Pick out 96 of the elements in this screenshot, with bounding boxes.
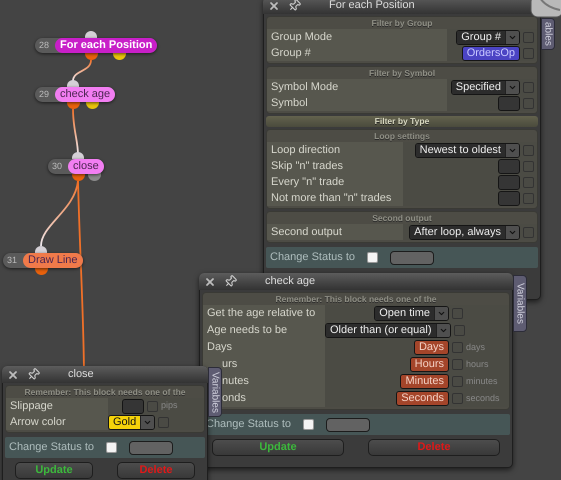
dropdown[interactable]: Older than (or equal): [325, 323, 450, 338]
unit-label: days: [466, 340, 486, 354]
input-field[interactable]: [498, 174, 520, 190]
node-label: For each Position: [55, 38, 158, 53]
section-heading: Loop settings: [374, 130, 430, 142]
field-label: Age needs to be: [207, 323, 288, 338]
status-label: Change Status to: [270, 250, 356, 266]
field-label: nutes: [222, 374, 249, 390]
window-title: close: [68, 367, 94, 382]
window-title: check age: [265, 274, 316, 290]
field-label: Second output: [271, 224, 342, 240]
field-label: Loop direction: [271, 142, 340, 158]
field-label: Skip "n" trades: [271, 158, 344, 174]
node-number: 29: [38, 88, 50, 101]
checkbox[interactable]: [452, 393, 463, 404]
variables-tab[interactable]: ables: [541, 18, 555, 50]
checkbox[interactable]: [523, 226, 534, 238]
dropdown[interactable]: Newest to oldest: [414, 142, 520, 158]
field-label: urs: [222, 357, 238, 372]
status-field[interactable]: [390, 250, 434, 264]
action-button[interactable]: Update: [212, 439, 344, 456]
checkbox[interactable]: [452, 308, 463, 319]
checkbox[interactable]: [452, 359, 463, 370]
connector-wire: [72, 60, 92, 82]
checkbox[interactable]: [523, 144, 534, 156]
variables-tab[interactable]: Variables: [208, 367, 222, 417]
node-label: close: [68, 159, 104, 174]
checkbox[interactable]: [452, 342, 463, 353]
node-number: 28: [38, 39, 50, 52]
node-block[interactable]: 31 Draw Line: [3, 253, 83, 268]
input-field[interactable]: [122, 398, 144, 414]
checkbox[interactable]: [158, 416, 170, 428]
close-icon[interactable]: [7, 368, 19, 380]
unit-label: minutes: [466, 374, 498, 388]
node-block[interactable]: 28 For each Position: [35, 38, 158, 53]
checkbox[interactable]: [303, 419, 314, 430]
section-bar: Filter by Type: [266, 116, 538, 127]
checkbox[interactable]: [367, 252, 378, 263]
input-field[interactable]: OrdersOp: [462, 46, 520, 60]
dropdown[interactable]: Specified: [450, 80, 520, 94]
dropdown[interactable]: Gold: [108, 414, 156, 430]
field-label: Get the age relative to: [207, 306, 316, 322]
field-label: Symbol Mode: [271, 80, 338, 95]
input-field[interactable]: [498, 190, 520, 206]
status-field[interactable]: [326, 418, 370, 432]
variables-tab[interactable]: Variables: [513, 275, 527, 332]
field-label: Not more than "n" trades: [271, 190, 392, 206]
input-field[interactable]: Days: [414, 340, 449, 355]
node-number: 31: [6, 254, 18, 267]
checkbox[interactable]: [452, 376, 463, 387]
checkbox[interactable]: [523, 192, 534, 204]
field-label: Arrow color: [10, 414, 66, 430]
field-label: Group Mode: [271, 30, 332, 45]
section-heading: Remember: This block needs one of the: [275, 293, 437, 305]
field-label: Days: [207, 340, 232, 356]
checkbox[interactable]: [106, 442, 118, 453]
node-label: Draw Line: [23, 253, 83, 268]
action-button[interactable]: Update: [15, 462, 93, 479]
checkbox[interactable]: [523, 160, 534, 172]
field-label: Slippage: [10, 398, 53, 414]
checkbox[interactable]: [523, 98, 534, 108]
input-field[interactable]: [498, 96, 520, 110]
unit-label: pips: [161, 399, 178, 412]
status-label: Change Status to: [9, 440, 94, 456]
field-label: Every "n" trade: [271, 174, 344, 190]
unit-label: hours: [466, 358, 489, 371]
dropdown[interactable]: Group #: [456, 30, 520, 44]
close-icon[interactable]: [268, 0, 280, 12]
input-field[interactable]: Hours: [410, 357, 449, 372]
input-field[interactable]: [498, 158, 520, 174]
section-heading: Filter by Group: [372, 17, 432, 29]
unit-label: seconds: [466, 392, 500, 405]
checkbox[interactable]: [147, 400, 158, 412]
node-number: 30: [51, 160, 64, 173]
input-field[interactable]: Seconds: [396, 391, 449, 406]
checkbox[interactable]: [523, 32, 534, 42]
node-block[interactable]: 29 check age: [35, 87, 116, 102]
section-heading: Filter by Symbol: [368, 67, 436, 79]
node-block[interactable]: 30 close: [48, 159, 104, 174]
dropdown[interactable]: After loop, always: [409, 224, 520, 240]
window-title: For each Position: [329, 0, 415, 14]
input-field[interactable]: Minutes: [400, 374, 449, 389]
status-field[interactable]: [129, 440, 174, 454]
field-label: onds: [222, 391, 246, 406]
checkbox[interactable]: [454, 325, 464, 336]
checkbox[interactable]: [523, 82, 534, 92]
section-heading: Remember: This block needs one of the: [24, 386, 186, 398]
close-icon[interactable]: [204, 276, 216, 288]
field-label: Group #: [271, 46, 311, 61]
input-port[interactable]: [72, 152, 84, 160]
checkbox[interactable]: [523, 48, 534, 58]
dropdown[interactable]: Open time: [374, 306, 449, 321]
checkbox[interactable]: [523, 176, 534, 188]
field-label: Symbol: [271, 96, 308, 111]
section-heading: Second output: [372, 212, 432, 224]
node-label: check age: [55, 87, 116, 102]
